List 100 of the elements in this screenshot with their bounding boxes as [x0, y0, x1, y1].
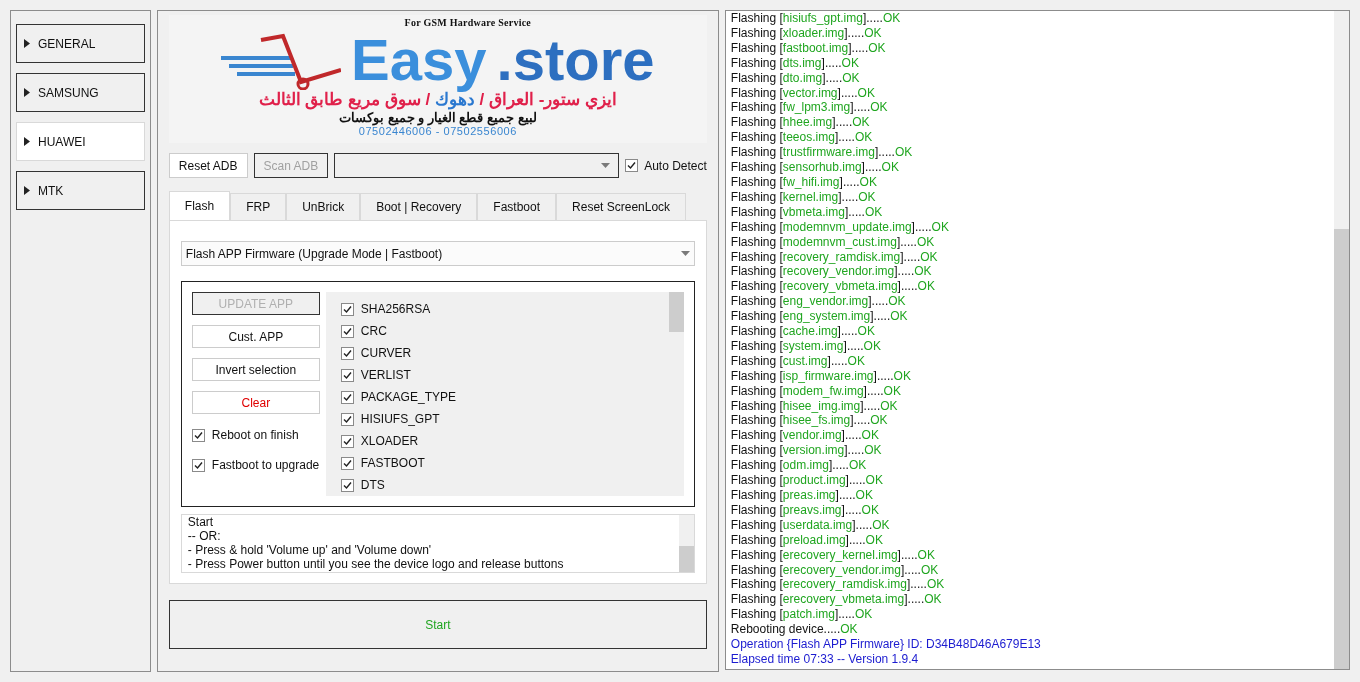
- log-line: Flashing [modem_fw.img].....OK: [730, 383, 902, 399]
- log-line: Flashing [vendor.img].....OK: [730, 428, 880, 444]
- toolbar-button[interactable]: Reset ADB: [168, 153, 248, 178]
- action-button[interactable]: Invert selection: [191, 358, 320, 381]
- device-select[interactable]: [334, 153, 620, 178]
- log-line: Flashing [eng_vendor.img].....OK: [730, 294, 907, 310]
- log-line: Flashing [eng_system.img].....OK: [730, 309, 909, 325]
- log-line: Flashing [recovery_vendor.img].....OK: [730, 264, 933, 280]
- checkbox[interactable]: [340, 302, 354, 316]
- log-line: Flashing [hisee_fs.img].....OK: [730, 413, 889, 429]
- partition-label: FASTBOOT: [360, 455, 425, 472]
- tab[interactable]: Fastboot: [477, 193, 557, 220]
- log-line: Flashing [hhee.img].....OK: [730, 115, 871, 131]
- tab[interactable]: Flash: [168, 191, 231, 220]
- log-line: Flashing [teeos.img].....OK: [730, 130, 874, 146]
- logo-brand-suffix: .store: [496, 30, 655, 90]
- checkbox[interactable]: [340, 434, 354, 448]
- log-line: Flashing [modemnvm_update.img].....OK: [730, 219, 950, 235]
- checkbox[interactable]: [340, 324, 354, 338]
- checkbox[interactable]: [191, 458, 205, 472]
- log-line: Flashing [recovery_ramdisk.img].....OK: [730, 249, 939, 265]
- mode-select[interactable]: Flash APP Firmware (Upgrade Mode | Fastboot): [180, 241, 695, 266]
- sidebar-item[interactable]: SAMSUNG: [16, 73, 145, 112]
- log-line: Operation {Flash APP Firmware} ID: D34B48D46A679E13: [730, 637, 1042, 652]
- dropdown-caret-icon: [601, 163, 611, 168]
- dropdown-caret-icon: [680, 251, 690, 256]
- log-line: Flashing [dts.img].....OK: [730, 55, 860, 71]
- instruction-line: - Press & hold 'Volume up' and 'Volume down': [187, 543, 433, 557]
- action-button[interactable]: Cust. APP: [191, 325, 320, 348]
- log-line: Flashing [sensorhub.img].....OK: [730, 160, 900, 175]
- checkbox[interactable]: [340, 390, 354, 404]
- tab[interactable]: Reset ScreenLock: [556, 193, 687, 220]
- checkbox[interactable]: [340, 478, 354, 492]
- checkbox-label: Fastboot to upgrade: [211, 457, 320, 474]
- log-line: Flashing [xloader.img].....OK: [730, 25, 883, 41]
- tab[interactable]: UnBrick: [286, 193, 361, 220]
- log-line: Flashing [product.img].....OK: [730, 473, 884, 488]
- checkbox[interactable]: [340, 368, 354, 382]
- logo-phones: 07502446006 - 07502556006: [358, 125, 517, 138]
- partition-label: XLOADER: [360, 433, 419, 450]
- log-line: Flashing [cust.img].....OK: [730, 353, 866, 369]
- log-line: Flashing [patch.img].....OK: [730, 607, 874, 623]
- log-line: Flashing [dto.img].....OK: [730, 70, 861, 86]
- log-line: Flashing [fw_hifi.img].....OK: [730, 174, 878, 190]
- logo-tagline: For GSM Hardware Service: [404, 16, 532, 30]
- checkbox-label: Reboot on finish: [211, 427, 299, 444]
- action-button[interactable]: Clear: [191, 391, 320, 414]
- log-line: Rebooting device.....OK: [730, 622, 859, 638]
- checkbox-label: Auto Detect: [644, 157, 707, 175]
- triangle-icon: [24, 186, 30, 195]
- log-line: Flashing [erecovery_vendor.img].....OK: [730, 562, 940, 578]
- log-line: Flashing [erecovery_vbmeta.img].....OK: [730, 592, 943, 608]
- log-line: Flashing [erecovery_ramdisk.img].....OK: [730, 577, 946, 593]
- sidebar-item[interactable]: GENERAL: [16, 24, 145, 63]
- checkbox[interactable]: [625, 159, 639, 172]
- scrollbar[interactable]: [678, 515, 694, 572]
- triangle-icon: [24, 137, 30, 146]
- partition-label: DTS: [360, 477, 385, 494]
- tab[interactable]: Boot | Recovery: [360, 193, 478, 220]
- log-line: Flashing [system.img].....OK: [730, 338, 882, 354]
- sidebar-item[interactable]: MTK: [16, 171, 145, 210]
- log-line: Flashing [vbmeta.img].....OK: [730, 204, 884, 220]
- log-line: Flashing [cache.img].....OK: [730, 324, 876, 339]
- partition-label: PACKAGE_TYPE: [360, 389, 456, 406]
- sidebar-item[interactable]: HUAWEI: [16, 122, 145, 161]
- log-line: Flashing [hisiufs_gpt.img].....OK: [730, 11, 902, 26]
- log-line: Flashing [modemnvm_cust.img].....OK: [730, 234, 936, 250]
- log-line: Flashing [hisee_img.img].....OK: [730, 398, 899, 414]
- log-line: Flashing [fastboot.img].....OK: [730, 40, 887, 56]
- checkbox[interactable]: [340, 412, 354, 426]
- log-line: Flashing [kernel.img].....OK: [730, 189, 877, 205]
- partition-label: VERLIST: [360, 367, 411, 384]
- logo-slogan: لبيع جميع قطع الغيار و جميع بوكسات: [339, 110, 537, 125]
- log-line: Flashing [preas.img].....OK: [730, 488, 874, 503]
- partition-label: HISIUFS_GPT: [360, 411, 440, 428]
- log-line: Flashing [recovery_vbmeta.img].....OK: [730, 279, 936, 295]
- log-line: Flashing [odm.img].....OK: [730, 458, 868, 474]
- instruction-line: - Press Power button until you see the device logo and release buttons: [187, 557, 565, 571]
- log-line: Flashing [fw_lpm3.img].....OK: [730, 100, 889, 116]
- log-line: Flashing [preavs.img].....OK: [730, 502, 880, 518]
- log-line: Elapsed time 07:33 -- Version 1.9.4: [730, 651, 920, 667]
- log-line: Flashing [preload.img].....OK: [730, 532, 884, 548]
- log-line: Flashing [isp_firmware.img].....OK: [730, 368, 912, 384]
- partition-label: CRC: [360, 323, 387, 340]
- tab[interactable]: FRP: [230, 193, 287, 220]
- scrollbar[interactable]: [1334, 11, 1349, 669]
- triangle-icon: [24, 88, 30, 97]
- instruction-line: Start: [187, 515, 215, 529]
- log-line: Flashing [erecovery_kernel.img].....OK: [730, 547, 936, 563]
- logo-address: ايزي ستور- العراق / دهوك / سوق مريع طابق الثالث: [258, 90, 618, 110]
- logo-brand: Easy: [351, 30, 487, 90]
- log-line: Flashing [userdata.img].....OK: [730, 517, 891, 533]
- checkbox[interactable]: [340, 346, 354, 360]
- triangle-icon: [24, 39, 30, 48]
- checkbox[interactable]: [340, 456, 354, 470]
- checkbox[interactable]: [191, 428, 205, 442]
- log-line: Flashing [version.img].....OK: [730, 443, 883, 459]
- instruction-line: -- OR:: [187, 529, 222, 543]
- partition-label: SHA256RSA: [360, 301, 431, 318]
- log-line: Flashing [trustfirmware.img].....OK: [730, 145, 914, 161]
